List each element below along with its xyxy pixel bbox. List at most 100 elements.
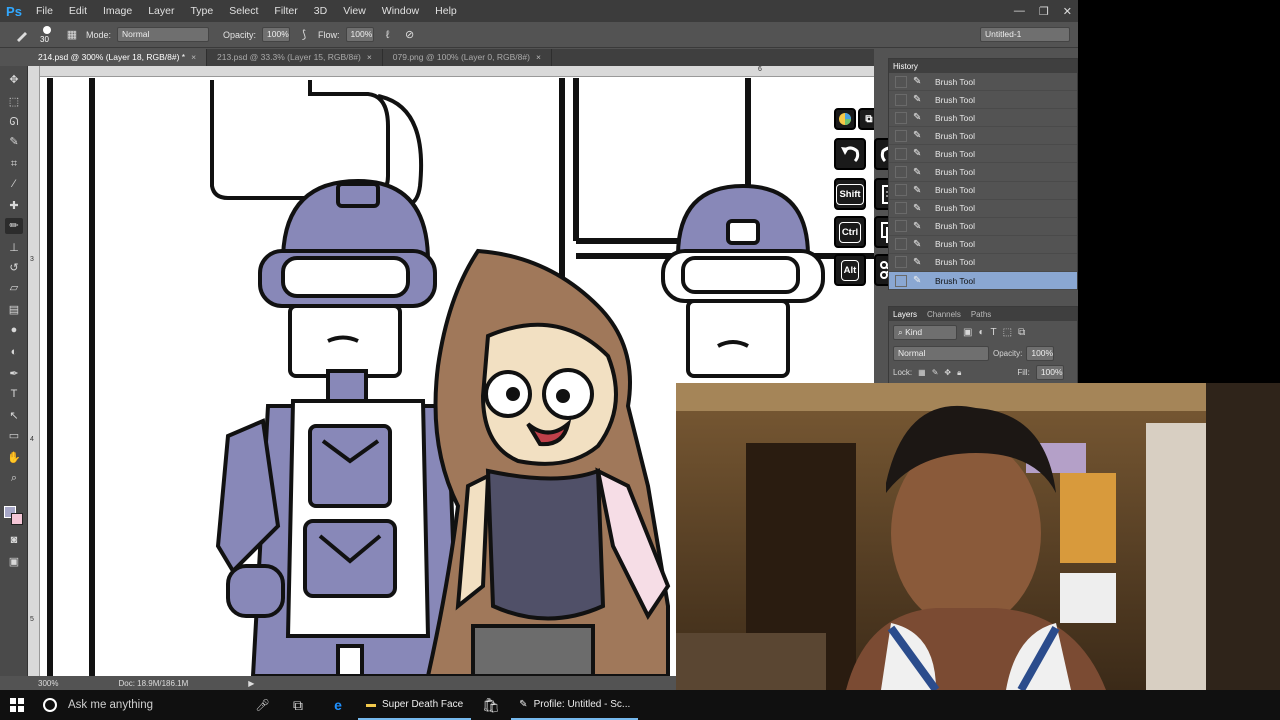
brush-size-picker[interactable]: 30: [36, 25, 58, 45]
history-snapshot-checkbox[interactable]: [895, 129, 907, 142]
tab-layers[interactable]: Layers: [893, 310, 917, 319]
screen-mode-icon[interactable]: ▣: [5, 554, 23, 570]
brush-tool-preset-icon[interactable]: [14, 27, 30, 43]
store-icon[interactable]: 🛍︎: [471, 690, 511, 720]
layer-opacity-field[interactable]: 100%: [1026, 346, 1055, 361]
history-item[interactable]: ✎ Brush Tool: [889, 236, 1077, 254]
history-snapshot-checkbox[interactable]: [895, 111, 907, 124]
healing-tool-icon[interactable]: ✚: [5, 198, 23, 214]
pen-tool-icon[interactable]: ✒: [5, 366, 23, 382]
filter-adjust-icon[interactable]: ◐: [978, 327, 984, 338]
status-menu-arrow-icon[interactable]: ▶: [248, 679, 254, 688]
brush-panel-icon[interactable]: ▦: [64, 27, 80, 43]
move-tool-icon[interactable]: ✥: [5, 72, 23, 88]
taskbar-app-profile[interactable]: ✎ Profile: Untitled - Sc...: [511, 690, 639, 720]
task-view-icon[interactable]: ⧉: [278, 690, 318, 720]
airbrush-icon[interactable]: ℓ: [380, 27, 396, 43]
history-snapshot-checkbox[interactable]: [895, 202, 907, 215]
history-brush-tool-icon[interactable]: ↺: [5, 260, 23, 276]
flow-field[interactable]: 100%: [345, 27, 374, 42]
history-snapshot-checkbox[interactable]: [895, 238, 907, 251]
tab-close-icon[interactable]: ×: [191, 52, 196, 62]
restore-button[interactable]: ❐: [1039, 5, 1049, 18]
pressure-size-icon[interactable]: ⊘: [402, 27, 418, 43]
menu-edit[interactable]: Edit: [61, 0, 95, 22]
menu-layer[interactable]: Layer: [140, 0, 182, 22]
menu-help[interactable]: Help: [427, 0, 465, 22]
quick-select-tool-icon[interactable]: ✎: [5, 134, 23, 150]
menu-file[interactable]: File: [28, 0, 61, 22]
menu-filter[interactable]: Filter: [266, 0, 305, 22]
alt-key-button[interactable]: Alt: [834, 254, 866, 286]
lock-all-icon[interactable]: 🔒︎: [957, 368, 961, 378]
background-color-swatch[interactable]: [11, 513, 23, 525]
color-wheel-button[interactable]: [834, 108, 856, 130]
opacity-field[interactable]: 100%: [262, 27, 291, 42]
shape-tool-icon[interactable]: ▭: [5, 428, 23, 444]
history-snapshot-checkbox[interactable]: [895, 75, 907, 88]
tab-channels[interactable]: Channels: [927, 310, 961, 319]
type-tool-icon[interactable]: T: [5, 386, 23, 402]
tab-close-icon[interactable]: ×: [536, 52, 541, 62]
history-snapshot-checkbox[interactable]: [895, 256, 907, 269]
brush-tool-icon[interactable]: ✏: [5, 218, 23, 234]
eraser-tool-icon[interactable]: ▱: [5, 280, 23, 296]
history-item[interactable]: ✎ Brush Tool: [889, 73, 1077, 92]
menu-image[interactable]: Image: [95, 0, 140, 22]
history-snapshot-checkbox[interactable]: [895, 184, 907, 197]
start-button[interactable]: [0, 690, 34, 720]
lasso-tool-icon[interactable]: ᘏ: [5, 114, 23, 130]
tab-paths[interactable]: Paths: [971, 310, 991, 319]
lock-move-icon[interactable]: ✥: [944, 368, 951, 377]
close-button[interactable]: ✕: [1063, 5, 1072, 18]
quick-mask-icon[interactable]: ◙: [5, 532, 23, 548]
shift-key-button[interactable]: Shift: [834, 178, 866, 210]
zoom-level[interactable]: 300%: [38, 679, 58, 688]
microphone-icon[interactable]: 🎤︎: [255, 698, 270, 712]
ctrl-key-button[interactable]: Ctrl: [834, 216, 866, 248]
tab-document-active[interactable]: 214.psd @ 300% (Layer 18, RGB/8#) * ×: [28, 49, 208, 66]
hand-tool-icon[interactable]: ✋: [5, 450, 23, 466]
history-snapshot-checkbox[interactable]: [895, 274, 907, 287]
menu-view[interactable]: View: [335, 0, 374, 22]
history-snapshot-checkbox[interactable]: [895, 93, 907, 106]
crop-tool-icon[interactable]: ⌗: [5, 156, 23, 172]
pressure-opacity-icon[interactable]: ⟆: [296, 27, 312, 43]
cortana-search[interactable]: Ask me anything 🎤︎: [34, 690, 278, 720]
history-item[interactable]: ✎ Brush Tool: [889, 272, 1077, 291]
minimize-button[interactable]: —: [1014, 5, 1025, 17]
blur-tool-icon[interactable]: ●: [5, 322, 23, 338]
history-snapshot-checkbox[interactable]: [895, 166, 907, 179]
gradient-tool-icon[interactable]: ▤: [5, 302, 23, 318]
history-snapshot-checkbox[interactable]: [895, 220, 907, 233]
history-tab[interactable]: History: [893, 62, 918, 71]
tab-document[interactable]: 079.png @ 100% (Layer 0, RGB/8#) ×: [383, 49, 552, 66]
mode-select[interactable]: Normal: [117, 27, 210, 42]
fill-field[interactable]: 100%: [1035, 365, 1064, 380]
edge-browser-icon[interactable]: e: [318, 690, 358, 720]
filter-type-icon[interactable]: T: [991, 327, 997, 338]
marquee-tool-icon[interactable]: ⬚: [5, 94, 23, 110]
history-item[interactable]: ✎ Brush Tool: [889, 109, 1077, 128]
zoom-tool-icon[interactable]: ⌕: [5, 470, 23, 486]
menu-3d[interactable]: 3D: [306, 0, 335, 22]
tab-close-icon[interactable]: ×: [367, 52, 372, 62]
lock-pixels-icon[interactable]: ▦: [918, 368, 926, 377]
dodge-tool-icon[interactable]: ◐: [5, 344, 23, 360]
history-item[interactable]: ✎ Brush Tool: [889, 200, 1077, 218]
layer-kind-select[interactable]: ⌕ Kind: [893, 325, 957, 340]
history-item[interactable]: ✎ Brush Tool: [889, 163, 1077, 182]
layers-swap-button[interactable]: ⧉: [858, 108, 874, 130]
lock-paint-icon[interactable]: ✎: [932, 368, 939, 377]
history-item[interactable]: ✎ Brush Tool: [889, 254, 1077, 273]
filter-smart-icon[interactable]: ⧉: [1018, 327, 1025, 338]
undo-button[interactable]: [834, 138, 866, 170]
menu-window[interactable]: Window: [374, 0, 427, 22]
menu-select[interactable]: Select: [221, 0, 266, 22]
filter-shape-icon[interactable]: ⬚: [1003, 327, 1012, 338]
history-item[interactable]: ✎ Brush Tool: [889, 91, 1077, 110]
history-snapshot-checkbox[interactable]: [895, 147, 907, 160]
history-item[interactable]: ✎ Brush Tool: [889, 182, 1077, 200]
path-select-tool-icon[interactable]: ↖: [5, 408, 23, 424]
taskbar-app-super-death-face[interactable]: ▬ Super Death Face: [358, 690, 472, 720]
